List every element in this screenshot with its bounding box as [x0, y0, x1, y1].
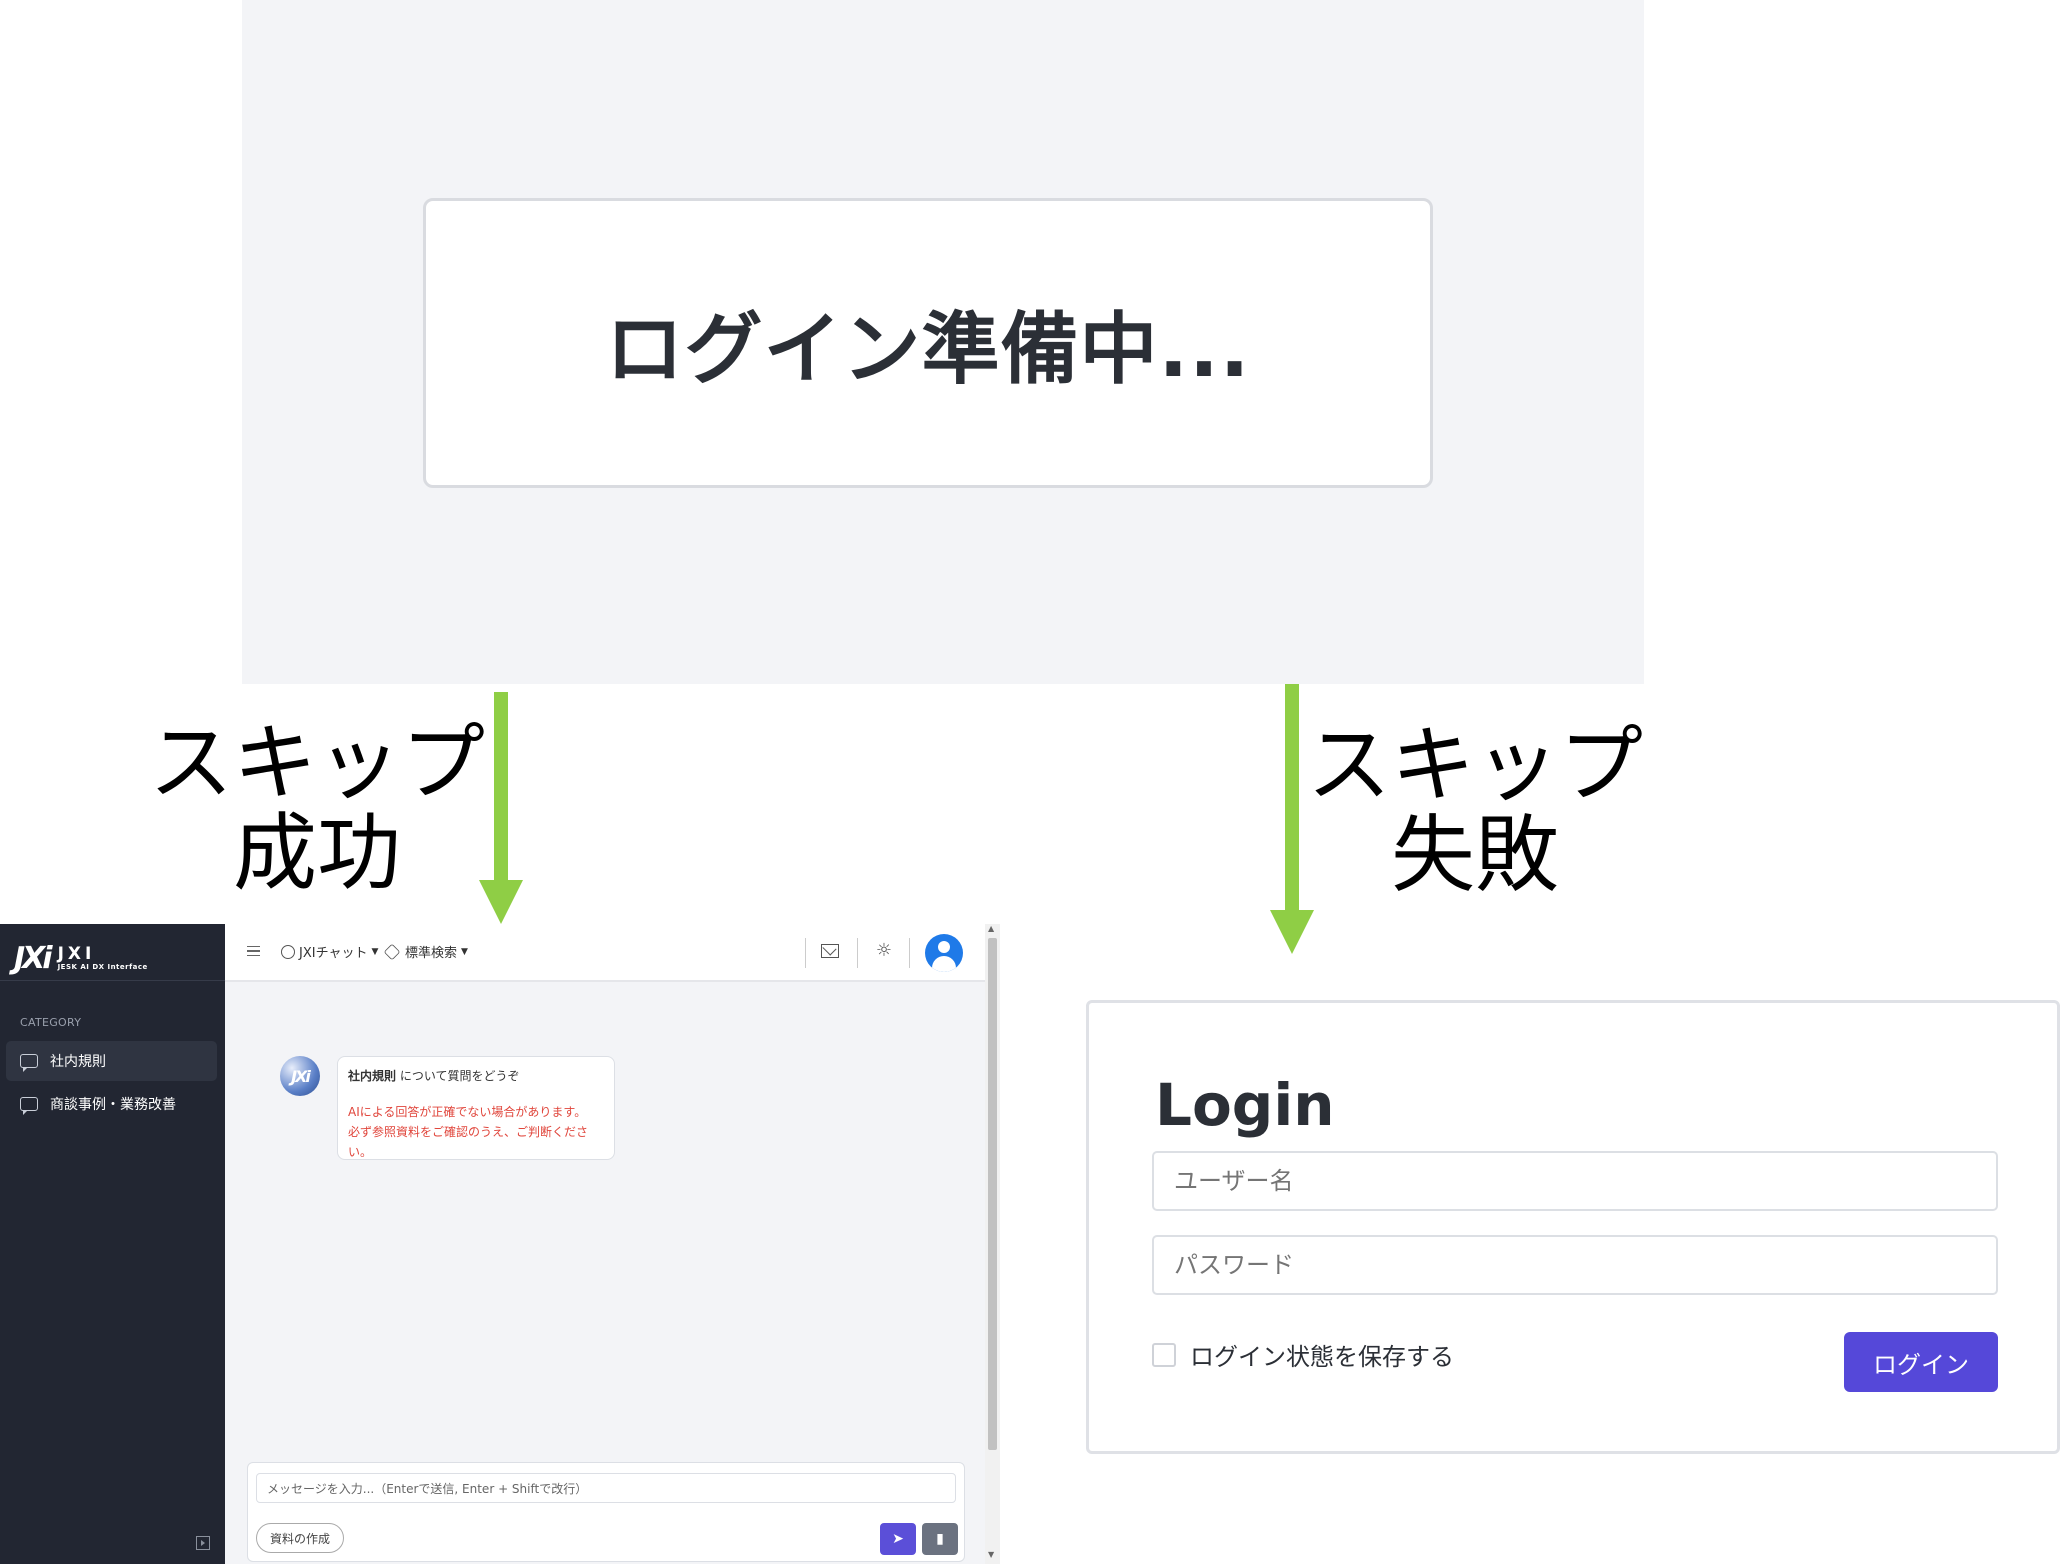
- ai-warning-line1: AIによる回答が正確でない場合があります。: [348, 1105, 587, 1119]
- sidebar-item-label: 社内規則: [50, 1054, 106, 1070]
- login-card: Login ログイン状態を保存する ログイン: [1086, 1000, 2060, 1454]
- skip-success-line1: スキップ: [148, 714, 485, 812]
- hexagon-icon: [383, 943, 401, 960]
- skip-fail-line1: スキップ: [1306, 716, 1643, 814]
- sidebar-item-cases[interactable]: 商談事例・業務改善: [6, 1084, 217, 1124]
- bubble-category: 社内規則: [348, 1069, 397, 1083]
- topbar: JXIチャット ▼ 標準検索 ▼ ☼: [225, 924, 985, 982]
- caret-down-icon: ▼: [461, 946, 468, 957]
- app-logo[interactable]: JXi JXI JESK AI DX Interface: [14, 938, 148, 978]
- login-button[interactable]: ログイン: [1844, 1332, 1998, 1392]
- send-button[interactable]: ➤: [880, 1523, 916, 1555]
- chat-mode-dropdown[interactable]: JXIチャット ▼: [281, 942, 378, 961]
- ai-warning: AIによる回答が正確でない場合があります。 必ず参照資料をご確認のうえ、ご判断く…: [348, 1102, 604, 1162]
- chat-app-screenshot: JXi JXI JESK AI DX Interface CATEGORY 社内…: [0, 924, 1000, 1564]
- chat-bubble-icon: [20, 1054, 38, 1072]
- sidebar-divider: [0, 980, 225, 981]
- remember-label: ログイン状態を保存する: [1190, 1343, 1454, 1371]
- logo-mark: JXi: [14, 940, 53, 976]
- scroll-thumb[interactable]: [988, 938, 997, 1450]
- search-mode-dropdown[interactable]: 標準検索 ▼: [383, 942, 468, 961]
- chat-icon: [281, 944, 295, 959]
- loading-screen: ログイン準備中...: [242, 0, 1644, 684]
- topbar-separator: [857, 938, 858, 968]
- sidebar: JXi JXI JESK AI DX Interface CATEGORY 社内…: [0, 924, 225, 1564]
- ai-warning-line2: 必ず参照資料をご確認のうえ、ご判断ください。: [348, 1125, 589, 1159]
- category-heading: CATEGORY: [20, 1016, 82, 1029]
- user-avatar[interactable]: [925, 934, 963, 972]
- password-input[interactable]: [1152, 1235, 1998, 1295]
- bubble-prompt: について質問をどうぞ: [396, 1069, 520, 1083]
- skip-fail-line2: 失敗: [1390, 806, 1559, 904]
- topbar-separator: [909, 938, 910, 968]
- remember-checkbox[interactable]: [1152, 1342, 1176, 1367]
- menu-icon[interactable]: [247, 946, 260, 956]
- message-composer: メッセージを入力...（Enterで送信, Enter + Shiftで改行） …: [247, 1462, 965, 1562]
- loading-card: ログイン準備中...: [423, 198, 1433, 488]
- chat-bubble-icon: [20, 1097, 38, 1115]
- skip-success-line2: 成功: [232, 804, 401, 902]
- send-icon: ➤: [892, 1531, 904, 1547]
- logo-sub-text: JESK AI DX Interface: [57, 963, 148, 971]
- search-mode-label: 標準検索: [405, 946, 458, 961]
- logo-main-text: JXI: [57, 944, 96, 964]
- skip-success-label: スキップ 成功: [142, 718, 492, 898]
- chat-mode-label: JXIチャット: [299, 946, 368, 961]
- login-title: Login: [1155, 1071, 1335, 1139]
- mail-icon[interactable]: [821, 944, 839, 958]
- clear-button[interactable]: ▮: [922, 1523, 958, 1555]
- scroll-down-icon[interactable]: ▼: [988, 1550, 994, 1559]
- topbar-separator: [805, 938, 806, 968]
- loading-text: ログイン準備中...: [605, 305, 1251, 395]
- message-input[interactable]: メッセージを入力...（Enterで送信, Enter + Shiftで改行）: [256, 1473, 956, 1503]
- trash-icon: ▮: [936, 1531, 944, 1547]
- bot-avatar: JXi: [280, 1056, 320, 1096]
- scroll-up-icon[interactable]: ▲: [988, 924, 994, 933]
- caret-down-icon: ▼: [371, 946, 379, 957]
- remember-login[interactable]: ログイン状態を保存する: [1152, 1337, 1454, 1372]
- create-document-button[interactable]: 資料の作成: [256, 1523, 344, 1553]
- sidebar-item-rules[interactable]: 社内規則: [6, 1041, 217, 1081]
- collapse-sidebar-icon[interactable]: [196, 1536, 210, 1550]
- skip-fail-label: スキップ 失敗: [1300, 720, 1650, 900]
- username-input[interactable]: [1152, 1151, 1998, 1211]
- bot-message-bubble: 社内規則 について質問をどうぞ AIによる回答が正確でない場合があります。 必ず…: [337, 1056, 615, 1160]
- theme-toggle-icon[interactable]: ☼: [875, 942, 893, 960]
- scrollbar[interactable]: ▲ ▼: [985, 924, 1000, 1564]
- sidebar-item-label: 商談事例・業務改善: [50, 1097, 176, 1113]
